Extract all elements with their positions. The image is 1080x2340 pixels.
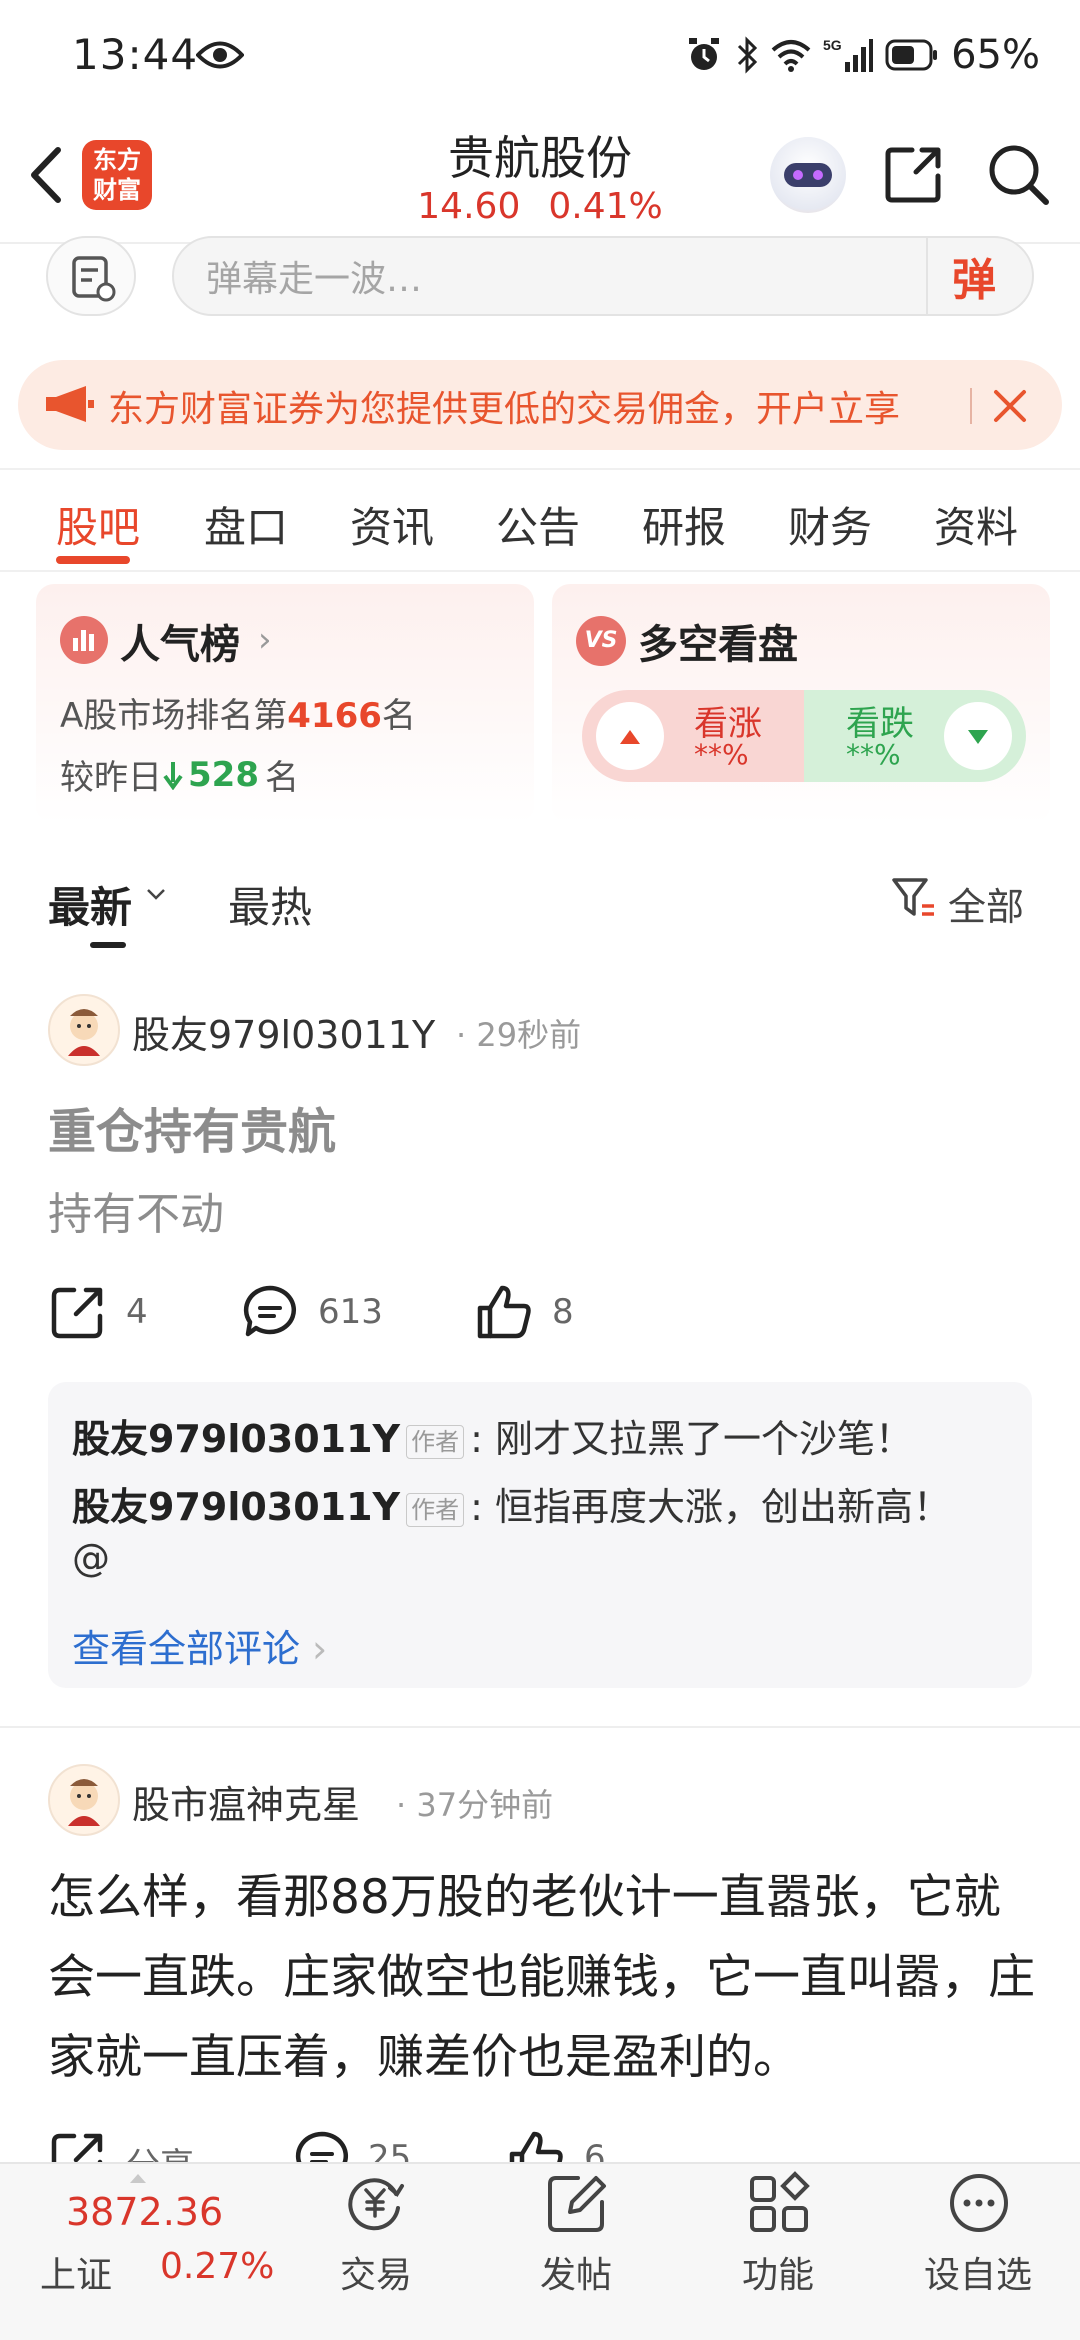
alarm-icon [685,36,723,74]
popularity-rank: A股市场排名第4166名 [60,696,416,736]
promo-separator [970,388,972,424]
svg-text:5G: 5G [823,37,842,53]
index-value[interactable]: 3872.36 [66,2190,223,2234]
filter-icon[interactable] [890,874,938,922]
comment-icon[interactable] [242,1284,298,1340]
sort-indicator [90,942,126,948]
comment-count: 613 [318,1292,383,1332]
arrow-down-icon [163,761,183,790]
app-logo[interactable]: 东方 财富 [82,140,152,210]
tab-guba[interactable]: 股吧 [56,494,140,555]
status-icons: 5G 65% [685,32,1040,78]
chevron-right-icon: › [258,620,272,660]
tab-announcements[interactable]: 公告 [496,494,580,555]
active-tab-indicator [56,556,130,564]
tab-profile[interactable]: 资料 [934,494,1018,555]
thumbs-up-icon[interactable] [476,1284,532,1340]
sort-hot[interactable]: 最热 [228,874,312,935]
post-username[interactable]: 股友979l03011Y [132,1004,435,1059]
nav-add-watchlist[interactable]: 设自选 [898,2246,1058,2298]
tab-finance[interactable]: 财务 [788,494,872,555]
battery-percent: 65% [951,32,1040,78]
triangle-down-icon [944,702,1012,770]
index-name[interactable]: 上证 [40,2246,112,2298]
post-body[interactable]: 持有不动 [48,1178,224,1242]
danmaku-settings-button[interactable] [46,236,136,316]
like-count: 8 [552,1292,574,1332]
avatar[interactable] [48,1764,120,1836]
popularity-title: 人气榜 [120,622,240,668]
danmaku-placeholder: 弹幕走一波… [206,259,423,300]
index-change[interactable]: 0.27% [160,2246,274,2287]
comment-text: : 刚才又拉黑了一个沙笔！ [470,1417,913,1461]
share-icon[interactable] [882,142,946,206]
search-icon[interactable] [986,142,1050,206]
trade-icon[interactable] [342,2170,408,2236]
assistant-robot-icon[interactable] [770,137,846,213]
nav-trade[interactable]: 交易 [296,2246,456,2298]
comment-text-continued: @ [72,1536,110,1580]
bluetooth-icon [735,36,759,74]
eye-icon [196,40,244,70]
popularity-change: 较昨日 528 名 [60,754,299,799]
post-time: · 37分钟前 [396,1786,554,1824]
close-icon[interactable] [990,386,1030,426]
nav-functions[interactable]: 功能 [698,2246,858,2298]
tabs-divider-top [0,468,1080,470]
comment-item[interactable]: 股友979l03011Y 作者: 刚才又拉黑了一个沙笔！ [72,1408,913,1463]
signal-icon: 5G [823,36,874,74]
share-count: 4 [126,1292,148,1332]
battery-icon [885,39,939,71]
filter-label[interactable]: 全部 [948,876,1024,931]
logo-line1: 东方 [93,146,141,174]
tab-news[interactable]: 资讯 [350,494,434,555]
post-username[interactable]: 股市瘟神克星 [132,1774,360,1829]
tab-research[interactable]: 研报 [642,494,726,555]
sentiment-title: 多空看盘 [638,622,798,668]
bar-chart-icon [60,616,108,664]
post-time: · 29秒前 [456,1016,582,1054]
author-badge: 作者 [406,1424,465,1459]
vs-icon: VS [576,616,626,666]
share-icon[interactable] [50,1284,106,1340]
functions-grid-icon[interactable] [746,2170,812,2236]
post-title[interactable]: 重仓持有贵航 [48,1092,336,1162]
wifi-icon [771,38,811,72]
bull-value: **% [694,738,749,771]
megaphone-icon [44,384,96,424]
tab-pankou[interactable]: 盘口 [204,494,288,555]
sort-latest[interactable]: 最新 [48,874,132,935]
comment-username[interactable]: 股友979l03011Y [72,1485,400,1529]
post-separator [0,1726,1080,1728]
bear-value: **% [846,738,901,771]
compose-icon[interactable] [544,2170,610,2236]
comment-text: : 恒指再度大涨，创出新高！ [470,1485,951,1529]
triangle-up-icon [128,2172,148,2184]
avatar[interactable] [48,994,120,1066]
status-time: 13:44 [72,30,199,79]
promo-text: 东方财富证券为您提供更低的交易佣金，开户立享 [108,389,901,430]
nav-post[interactable]: 发帖 [496,2246,656,2298]
stock-price: 14.60 [417,186,521,227]
stock-change: 0.41% [548,186,663,227]
comment-username[interactable]: 股友979l03011Y [72,1417,400,1461]
danmaku-divider [926,238,928,314]
comment-item[interactable]: 股友979l03011Y 作者: 恒指再度大涨，创出新高！ [72,1476,951,1531]
chevron-down-icon[interactable] [144,882,168,906]
view-all-comments-link[interactable]: 查看全部评论 › [72,1618,327,1673]
danmaku-toggle-button[interactable]: 弹 [952,244,996,308]
author-badge: 作者 [406,1492,465,1527]
logo-line2: 财富 [93,176,141,204]
more-icon[interactable] [946,2170,1012,2236]
post-body[interactable]: 怎么样，看那88万股的老伙计一直嚣张，它就会一直跌。庄家做空也能赚钱，它一直叫嚣… [48,1858,1038,2098]
chevron-right-icon: › [312,1627,328,1671]
tabs-divider-bottom [0,570,1080,572]
back-button[interactable] [22,140,72,210]
triangle-up-icon [596,702,664,770]
